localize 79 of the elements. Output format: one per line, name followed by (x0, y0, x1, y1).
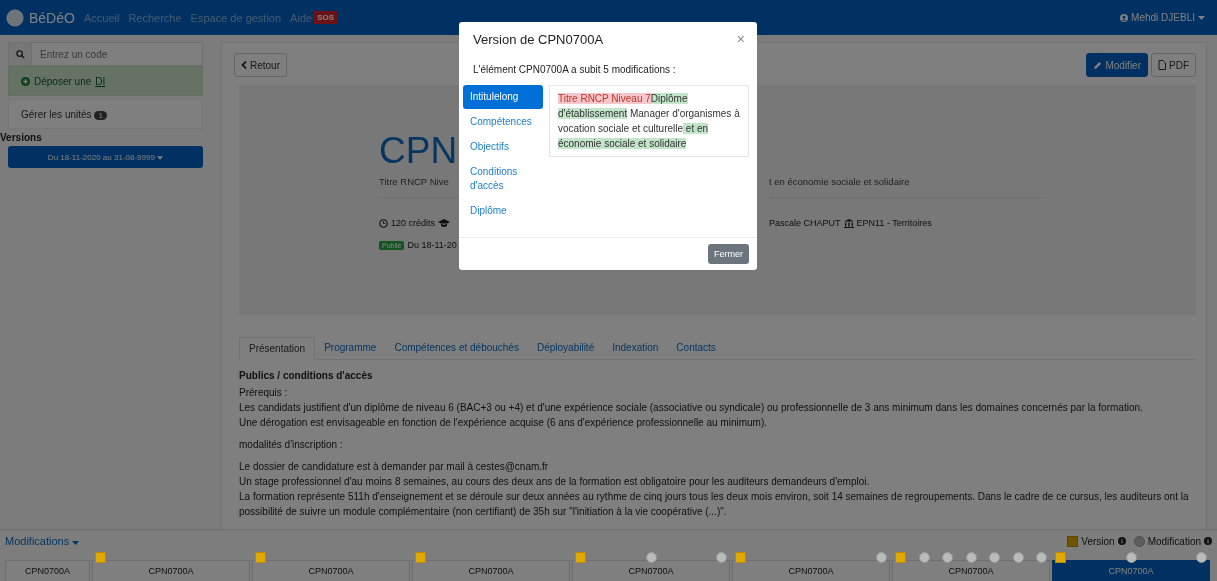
pdf-button[interactable]: PDF (1151, 53, 1196, 77)
date-text: Du 18-11-20 (407, 240, 457, 250)
field-tab[interactable]: Intitulelong (463, 85, 543, 109)
version-marker-icon[interactable] (575, 552, 586, 563)
graduation-cap-icon (438, 218, 451, 228)
version-marker-icon[interactable] (735, 552, 746, 563)
logo-icon (6, 8, 24, 27)
version-marker-icon[interactable] (255, 552, 266, 563)
credits-text: 120 crédits (391, 218, 436, 228)
caret-icon (72, 541, 80, 545)
paragraph-text: La formation représente 511h d'enseignement et se déroule sur deux années au rythme de cinq jours tous les deux mois environ, soit 14 semaines de regroupements. Dans le cadre de ce cursus, les auditeurs ont la possibilité de suivre un module complémentaire (non certifiant) de 35h sur "l'initiation à la vie coopérative (...)". (239, 490, 1190, 519)
section-heading: Publics / conditions d'accès (239, 369, 374, 383)
legend-label: Version (1081, 535, 1115, 547)
paragraph-text: modalités d'inscription : (239, 438, 344, 452)
nav-link[interactable]: Aide (290, 11, 313, 24)
paragraph-text: Le dossier de candidature est à demander par mail à cestes@cnam.fr (239, 460, 550, 474)
deposit-button[interactable]: Déposer une DI (8, 66, 203, 96)
timeline-segment[interactable]: CPN0700A (412, 560, 570, 581)
modification-marker-icon (1133, 535, 1145, 547)
version-marker-icon[interactable] (1055, 552, 1066, 563)
version-marker-icon[interactable] (895, 552, 906, 563)
chevron-left-icon (241, 61, 247, 69)
modifications-toggle[interactable]: Modifications (5, 535, 80, 547)
tab[interactable]: Présentation (239, 337, 316, 360)
field-tab[interactable]: Diplôme (463, 199, 543, 223)
diff-text: Titre RNCP Niveau 7Diplôme d'établissement Manager d'organismes à vocation sociale et culturelle et en économie sociale et solidaire (558, 92, 740, 151)
field-tab[interactable]: Objectifs (463, 135, 543, 159)
info-icon (1204, 537, 1212, 545)
info-icon (1117, 537, 1126, 545)
dialog-message: L'élément CPN0700A a subit 5 modifications : (473, 64, 677, 75)
timeline-segment[interactable]: CPN0700A (1052, 560, 1210, 581)
timeline-segment[interactable]: CPN0700A (5, 560, 90, 581)
version-marker-icon (1067, 535, 1079, 547)
version-marker-icon[interactable] (415, 552, 426, 563)
paragraph-text: Prérequis : (239, 386, 289, 400)
caret-icon (1198, 15, 1205, 20)
search-field[interactable]: Entrez un code (31, 42, 203, 66)
manage-units-button[interactable]: Gérer les unités 1 (8, 99, 203, 129)
clock-icon (379, 218, 388, 228)
dialog-title: Version de CPN0700A (473, 31, 604, 47)
paragraph-text: Les candidats justifient d'un diplôme de niveau 6 (BAC+3 ou +4) et d'une expérience sociale (associative ou syndicale) ou professionnelle de 3 ans minimum dans les domaines concernés par la formation. (239, 401, 1144, 415)
sos-badge[interactable]: SOS (314, 11, 338, 24)
user-icon (1120, 13, 1129, 22)
edit-button[interactable]: Modifier (1086, 53, 1148, 77)
close-dialog-button[interactable]: Fermer (708, 244, 749, 264)
back-button[interactable]: Retour (234, 53, 287, 77)
file-icon (1158, 60, 1166, 70)
field-tab[interactable]: Conditions d'accès (463, 160, 543, 198)
paragraph-text: Une dérogation est envisageable en fonction de l'expérience acquise (6 ans d'expérience professionnelle au minimum). (239, 416, 769, 430)
search-icon (8, 42, 31, 66)
brand-link[interactable]: BéDéO (29, 9, 75, 26)
caret-icon (157, 155, 164, 160)
plus-circle-icon (21, 76, 30, 86)
institution-icon (843, 218, 854, 228)
timeline-segment[interactable]: CPN0700A (892, 560, 1050, 581)
field-tab[interactable]: Compétences (463, 110, 543, 134)
tab[interactable]: Programme (315, 337, 386, 359)
legend-label: Modification (1147, 535, 1201, 547)
paragraph-text: Un stage professionnel d'au moins 8 semaines, au cours des deux ans de la formation est obligatoire pour les auditeurs demandeurs d'emploi. (239, 475, 871, 489)
timeline-segment[interactable]: CPN0700A (732, 560, 890, 581)
subtitle-text: Titre RNCP Nive (379, 176, 450, 187)
page-title: CPN (379, 129, 459, 171)
versions-heading: Versions (0, 132, 43, 143)
timeline-segment[interactable]: CPN0700A (92, 560, 250, 581)
tab[interactable]: Contacts (667, 337, 725, 359)
tab[interactable]: Compétences et débouchés (385, 337, 528, 359)
user-menu[interactable]: Mehdi DJEBLI (1120, 12, 1205, 23)
timeline-segment[interactable]: CPN0700A (572, 560, 730, 581)
timeline-segment[interactable]: CPN0700A (252, 560, 410, 581)
manager-text: Pascale CHAPUT (769, 218, 841, 228)
close-button[interactable]: × (736, 31, 745, 47)
subtitle-text: t en économie sociale et solidaire (769, 176, 911, 187)
nav-link[interactable]: Espace de gestion (190, 11, 282, 24)
tab[interactable]: Indexation (603, 337, 668, 359)
version-dropdown[interactable]: Du 18-11-2020 au 31-08-9999 (8, 146, 203, 168)
version-marker-icon[interactable] (95, 552, 106, 563)
center-text: EPN11 - Territoires (856, 218, 932, 228)
tab[interactable]: Déployabilité (527, 337, 604, 359)
pencil-icon (1093, 60, 1103, 70)
